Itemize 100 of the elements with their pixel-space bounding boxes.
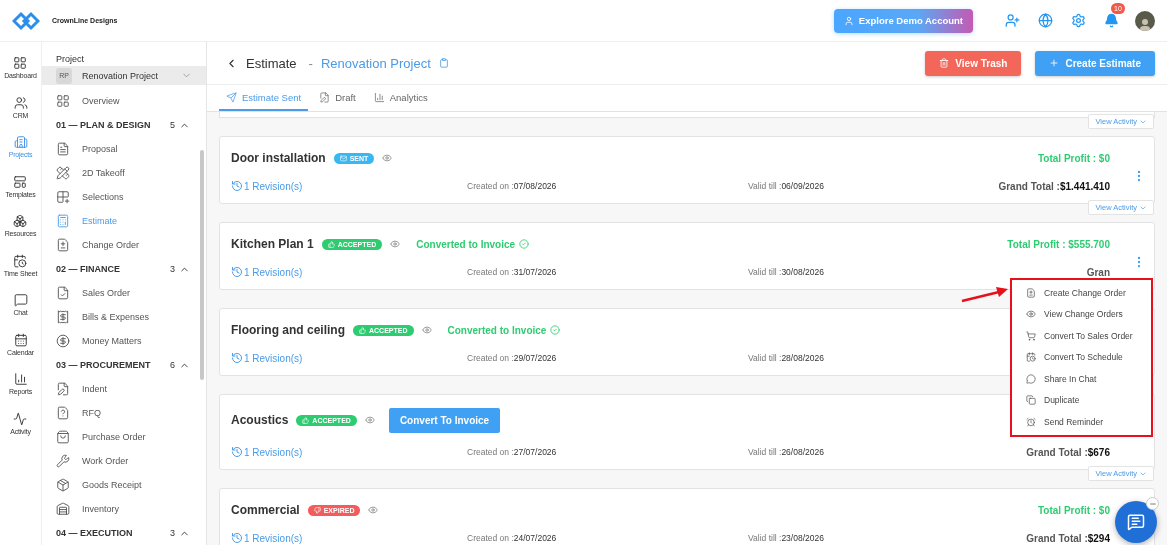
grand-total: Grand Total :$676 (1026, 446, 1110, 458)
scrollbar[interactable] (200, 150, 204, 380)
notification-icon[interactable] (1104, 13, 1119, 28)
trash-icon (939, 58, 950, 68)
valid-date: Valid till :06/09/2026 (748, 181, 824, 191)
document-check-icon (56, 286, 70, 300)
title-separator: - (308, 55, 313, 71)
eye-icon (1026, 309, 1036, 320)
project-heading: Project (55, 53, 85, 66)
section-title: 04 — EXECUTION (56, 528, 134, 538)
bag-icon (56, 430, 70, 444)
history-icon (231, 266, 243, 278)
sidebar-item[interactable]: RFQ (56, 401, 190, 425)
created-date: Created on :27/07/2026 (467, 447, 557, 457)
menu-item[interactable]: Share In Chat (1012, 368, 1151, 390)
valid-date: Valid till :30/08/2026 (748, 267, 824, 277)
avatar[interactable] (1135, 10, 1155, 31)
grand-total: Grand Total :$294 (1026, 532, 1110, 544)
estimate-name: Commercial (231, 503, 300, 517)
eye-icon[interactable] (421, 325, 432, 335)
estimate-name: Door installation (231, 151, 326, 165)
grid-icon (56, 94, 70, 108)
calendar-icon (13, 332, 28, 347)
sidebar-item[interactable]: Bills & Expenses (56, 305, 190, 329)
estimate-name: Acoustics (231, 413, 289, 427)
estimate-name: Kitchen Plan 1 (231, 237, 314, 251)
grand-total: Gran (1086, 266, 1110, 278)
calendar-clock-icon (1026, 352, 1036, 363)
section-count: 5 (170, 120, 175, 130)
created-date: Created on :24/07/2026 (467, 533, 557, 543)
history-icon (231, 532, 243, 544)
eye-icon[interactable] (364, 415, 375, 425)
eye-icon[interactable] (368, 505, 379, 515)
sidebar-item[interactable]: Money Matters (56, 329, 190, 353)
tab[interactable]: Analytics (366, 85, 435, 111)
estimate-name: Flooring and ceiling (231, 323, 345, 337)
sidebar-item[interactable]: Overview (56, 89, 190, 113)
sidebar-item[interactable]: 2D Takeoff (56, 161, 190, 185)
thumbs-down-icon (313, 506, 321, 514)
send-icon (226, 91, 237, 103)
calendar-clock-icon (13, 253, 28, 268)
converted-label: Converted to Invoice (447, 324, 561, 336)
created-date: Created on :07/08/2026 (467, 181, 557, 191)
section-count: 3 (170, 264, 175, 274)
menu-item[interactable]: Send Reminder (1012, 411, 1151, 433)
bar-chart-icon (373, 91, 385, 103)
history-icon (231, 352, 243, 364)
chat-icon (1127, 513, 1145, 531)
package-icon (56, 478, 70, 492)
tab[interactable]: Draft (312, 85, 363, 111)
alarm-icon (1026, 416, 1036, 427)
chat-icon (1026, 373, 1036, 384)
valid-date: Valid till :26/08/2026 (748, 447, 824, 457)
sidebar-item[interactable]: Work Order (56, 449, 190, 473)
add-user-icon[interactable] (1005, 13, 1020, 28)
cart-icon (1026, 330, 1036, 341)
page-title: Estimate (246, 55, 297, 71)
user-icon (843, 15, 854, 26)
question-document-icon (56, 406, 70, 420)
thumbs-up-icon (302, 416, 310, 424)
history-icon (231, 446, 243, 458)
sidebar-item[interactable]: Proposal (56, 137, 190, 161)
section-title: 03 — PROCUREMENT (56, 360, 152, 370)
menu-item[interactable]: View Change Orders (1012, 303, 1151, 325)
menu-item[interactable]: Convert To Schedule (1012, 346, 1151, 368)
eye-icon[interactable] (390, 239, 401, 249)
menu-item[interactable]: Convert To Sales Order (1012, 325, 1151, 347)
receipt-icon (56, 310, 70, 324)
sidebar-item[interactable]: Indent (56, 377, 190, 401)
menu-item[interactable]: Duplicate (1012, 389, 1151, 411)
settings-icon[interactable] (1071, 13, 1086, 28)
document-pen-icon (319, 91, 331, 103)
total-profit: Total Profit : $555.700 (1007, 238, 1110, 250)
sidebar-item[interactable]: Purchase Order (56, 425, 190, 449)
section-count: 6 (170, 360, 175, 370)
ruler-pencil-icon (56, 166, 70, 180)
check-circle-icon (550, 325, 561, 335)
thumbs-up-icon (359, 326, 366, 334)
sidebar-item[interactable]: Goods Receipt (56, 473, 190, 497)
converted-label: Converted to Invoice (416, 238, 530, 250)
section-title: 01 — PLAN & DESIGN (56, 120, 152, 130)
pulse-icon (13, 411, 28, 426)
sidebar-item[interactable]: Sales Order (56, 281, 190, 305)
sidebar-item[interactable]: Inventory (56, 497, 190, 521)
section-title: 02 — FINANCE (56, 264, 121, 274)
layout-icon (13, 174, 28, 189)
grid-plus-icon (56, 190, 70, 204)
valid-date: Valid till :23/08/2026 (748, 533, 824, 543)
plus-icon (1049, 58, 1060, 68)
sidebar-item[interactable]: Change Order (56, 233, 190, 257)
sidebar-item[interactable]: Selections (56, 185, 190, 209)
eye-icon[interactable] (382, 153, 393, 163)
globe-icon[interactable] (1038, 13, 1053, 28)
clipboard-icon[interactable] (438, 58, 449, 68)
logo-icon (12, 9, 40, 32)
menu-item[interactable]: Create Change Order (1012, 282, 1151, 304)
check-circle-icon (519, 239, 530, 249)
copy-icon (1026, 395, 1036, 406)
bar-chart-icon (13, 372, 28, 386)
created-date: Created on :29/07/2026 (467, 353, 557, 363)
